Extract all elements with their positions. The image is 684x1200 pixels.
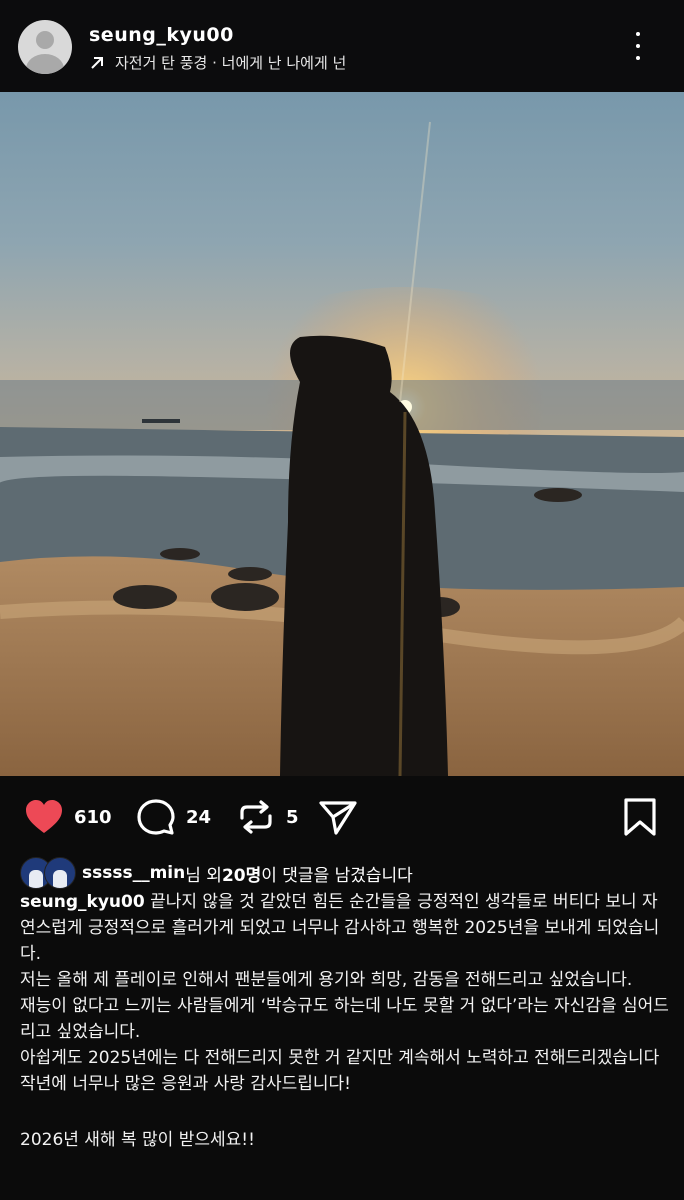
arrow-up-right-icon xyxy=(91,56,103,69)
repost-action[interactable]: 5 xyxy=(236,798,299,836)
repost-icon xyxy=(240,800,272,834)
comment-bubble-icon xyxy=(137,799,175,835)
caption-paragraph-3: 재능이 없다고 느끼는 사람들에게 ‘박승규도 하는데 나도 못할 거 없다’라… xyxy=(20,996,669,1042)
audio-track-label: 자전거 탄 풍경 · 너에게 난 나에게 넌 xyxy=(115,54,347,72)
share-action[interactable] xyxy=(318,798,358,836)
commenter-avatar xyxy=(44,857,76,889)
repost-count: 5 xyxy=(286,806,299,828)
commenters-text-end: 이 댓글을 남겼습니다 xyxy=(261,865,413,886)
avatar-head xyxy=(36,31,54,49)
audio-track[interactable]: 자전거 탄 풍경 · 너에게 난 나에게 넌 xyxy=(89,52,346,73)
comment-count: 24 xyxy=(186,806,212,828)
commenters-text-mid: 님 외 xyxy=(185,865,222,886)
heart-icon xyxy=(26,800,62,833)
comment-action[interactable]: 24 xyxy=(136,798,211,836)
post-photo[interactable] xyxy=(0,92,684,776)
post-caption: seung_kyu00 끝나지 않을 것 같았던 힘든 순간들을 긍정적인 생각… xyxy=(20,889,670,1153)
caption-paragraph-5: 작년에 너무나 많은 응원과 사랑 감사드립니다! xyxy=(20,1074,351,1094)
caption-username[interactable]: seung_kyu00 xyxy=(20,892,145,912)
avatar-body xyxy=(26,54,64,74)
send-icon xyxy=(319,801,357,835)
avatar[interactable] xyxy=(18,20,72,74)
caption-paragraph-4: 아쉽게도 2025년에는 다 전해드리지 못한 거 같지만 계속해서 노력하고 … xyxy=(20,1048,660,1068)
commenter-avatars xyxy=(20,857,76,889)
commenters-summary[interactable]: sssss__min 님 외 20명 이 댓글을 남겼습니다 xyxy=(20,857,413,889)
caption-paragraph-1: seung_kyu00 끝나지 않을 것 같았던 힘든 순간들을 긍정적인 생각… xyxy=(20,889,670,967)
post-actions: 610 24 5 xyxy=(0,776,684,856)
post-header: seung_kyu00 자전거 탄 풍경 · 너에게 난 나에게 넌 xyxy=(0,0,684,92)
save-action[interactable] xyxy=(620,798,660,836)
sunset-beach-scene xyxy=(0,121,684,776)
username[interactable]: seung_kyu00 xyxy=(89,24,234,46)
bookmark-icon xyxy=(624,798,656,836)
commenter-name[interactable]: sssss__min xyxy=(82,863,185,883)
more-vertical-icon[interactable] xyxy=(626,32,650,60)
like-count: 610 xyxy=(74,806,112,828)
caption-paragraph-2: 저는 올해 제 플레이로 인해서 팬분들에게 용기와 희망, 감동을 전해드리고… xyxy=(20,970,633,990)
caption-paragraph-6: 2026년 새해 복 많이 받으세요!! xyxy=(20,1130,255,1150)
commenters-count: 20명 xyxy=(221,865,262,886)
like-action[interactable]: 610 xyxy=(24,798,112,836)
